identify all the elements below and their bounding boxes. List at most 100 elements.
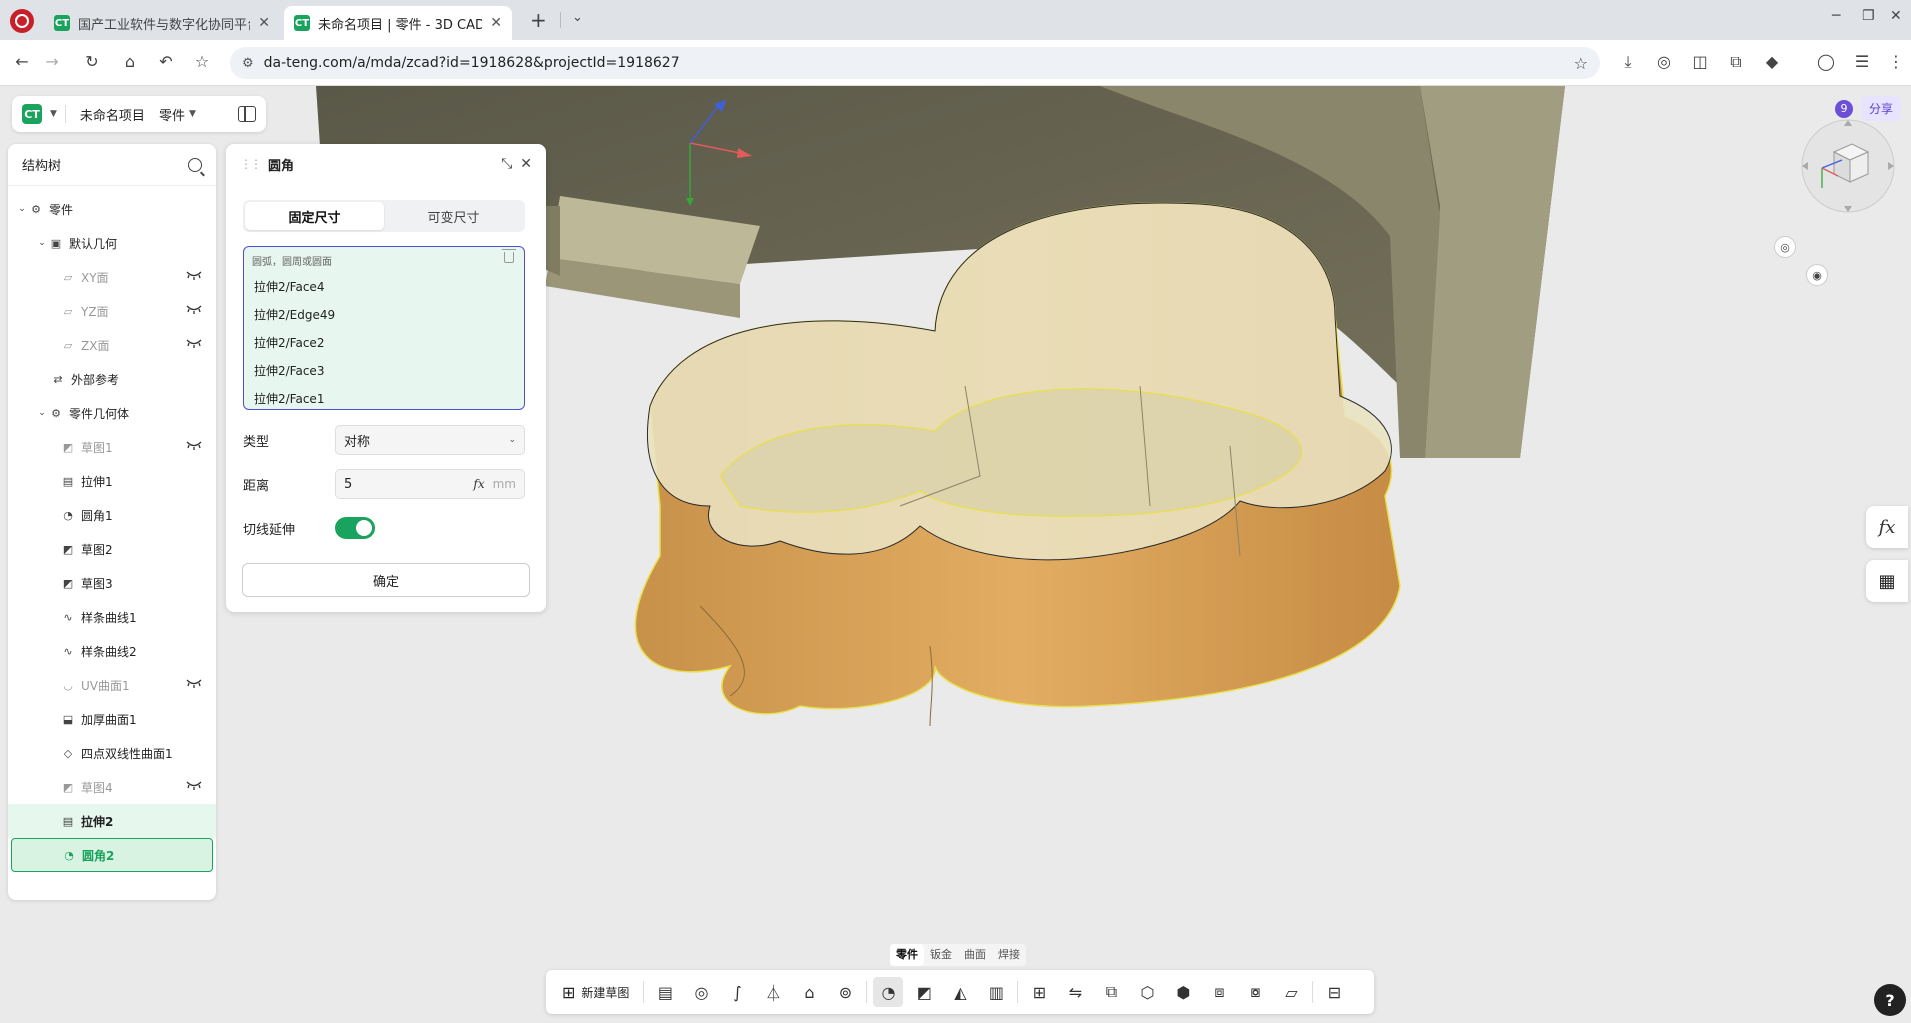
extrude-icon[interactable]: ▤	[650, 977, 680, 1007]
chevron-down-icon[interactable]: ⌄	[36, 238, 48, 248]
camera-icon[interactable]: ◫	[1689, 52, 1711, 71]
tree-item-bilinear-surface1[interactable]: ◇ 四点双线性曲面1	[8, 736, 216, 770]
sweep-icon[interactable]: ∫	[722, 977, 752, 1007]
type-select[interactable]: 对称 ⌄	[335, 425, 525, 455]
star-icon[interactable]: ☆	[1574, 54, 1588, 73]
tab-variable-size[interactable]: 可变尺寸	[384, 202, 523, 230]
tab-fixed-size[interactable]: 固定尺寸	[245, 202, 384, 230]
trash-icon[interactable]	[502, 249, 516, 263]
globe-icon[interactable]: ◎	[1653, 52, 1675, 71]
collapse-icon[interactable]: ⤡	[501, 156, 512, 172]
selection-list-box[interactable]: 圆弧，圆周或圆面 拉伸2/Face4 拉伸2/Edge49 拉伸2/Face2 …	[243, 246, 525, 410]
formula-button[interactable]: fx	[1866, 506, 1908, 548]
share-screen-icon[interactable]: ⧉	[1725, 52, 1747, 72]
combine-icon[interactable]: ⧈	[1204, 977, 1234, 1007]
app-logo-icon[interactable]: CT	[22, 104, 42, 124]
close-icon[interactable]: ✕	[490, 15, 502, 31]
chevron-down-icon[interactable]: ▼	[50, 109, 57, 119]
tree-item-part[interactable]: ⌄ ⚙ 零件	[8, 192, 216, 226]
tree-item-part-body[interactable]: ⌄ ⚙ 零件几何体	[8, 396, 216, 430]
tree-item-default-geometry[interactable]: ⌄ ▣ 默认几何	[8, 226, 216, 260]
shell-icon[interactable]: ▥	[981, 977, 1011, 1007]
drag-handle-icon[interactable]: ⋮⋮	[240, 157, 262, 171]
tree-item-external-reference[interactable]: ⇄ 外部参考	[8, 362, 216, 396]
tangent-toggle[interactable]	[335, 517, 375, 539]
ok-button[interactable]: 确定	[242, 563, 530, 597]
download-icon[interactable]: ⤓	[1617, 52, 1639, 72]
fillet-icon[interactable]: ◔	[873, 977, 904, 1007]
eye-closed-icon[interactable]	[186, 304, 202, 314]
browser-logo-icon[interactable]	[10, 9, 34, 33]
tree-item-extrude2[interactable]: ▤ 拉伸2	[8, 804, 216, 838]
list-item[interactable]: 拉伸2/Face4	[254, 273, 335, 301]
pattern-icon[interactable]: ⊞	[1024, 977, 1054, 1007]
reload-icon[interactable]: ↻	[82, 52, 102, 71]
browser-tab-cad[interactable]: CT 未命名项目 | 零件 - 3D CAD ✕	[284, 6, 512, 40]
new-tab-icon[interactable]: +	[530, 8, 547, 32]
tree-item-sketch2[interactable]: ◩ 草图2	[8, 532, 216, 566]
tree-item-sketch3[interactable]: ◩ 草图3	[8, 566, 216, 600]
undo-icon[interactable]: ↶	[156, 52, 176, 71]
render-mode-icon[interactable]: ◉	[1806, 264, 1828, 286]
new-sketch-button[interactable]: ⊞ 新建草图	[554, 983, 637, 1002]
window-close-icon[interactable]: ✕	[1890, 8, 1902, 24]
boolean-icon[interactable]: ⬡	[1132, 977, 1162, 1007]
properties-panel-button[interactable]: ▦	[1866, 560, 1908, 602]
tab-search-chevron-icon[interactable]: ⌄	[572, 10, 583, 25]
restore-icon[interactable]: ❐	[1862, 8, 1875, 24]
distance-value[interactable]: 5	[344, 477, 465, 492]
move-body-icon[interactable]: ⧉	[1096, 977, 1126, 1007]
tab-surface[interactable]: 曲面	[958, 944, 992, 966]
url-text[interactable]: da-teng.com/a/mda/zcad?id=1918628&projec…	[264, 55, 1564, 71]
online-users-badge[interactable]: 9	[1834, 99, 1853, 118]
minimize-icon[interactable]: ─	[1832, 8, 1840, 24]
view-cube[interactable]	[1790, 116, 1906, 216]
tree-item-spline2[interactable]: ∿ 样条曲线2	[8, 634, 216, 668]
delete-body-icon[interactable]: ⧇	[1240, 977, 1270, 1007]
revolve-icon[interactable]: ◎	[686, 977, 716, 1007]
tree-item-sketch1[interactable]: ◩ 草图1	[8, 430, 216, 464]
eye-closed-icon[interactable]	[186, 440, 202, 450]
tree-item-fillet1[interactable]: ◔ 圆角1	[8, 498, 216, 532]
formula-icon[interactable]: fx	[473, 477, 484, 491]
list-item[interactable]: 拉伸2/Edge49	[254, 301, 335, 329]
reference-plane-icon[interactable]: ▱	[1276, 977, 1306, 1007]
chamfer-icon[interactable]: ◩	[909, 977, 939, 1007]
tree-item-extrude1[interactable]: ▤ 拉伸1	[8, 464, 216, 498]
tab-weld[interactable]: 焊接	[992, 944, 1026, 966]
tab-part[interactable]: 零件	[890, 944, 924, 966]
project-name[interactable]: 未命名项目	[74, 105, 151, 124]
tree-item-sketch4[interactable]: ◩ 草图4	[8, 770, 216, 804]
close-icon[interactable]: ✕	[258, 15, 270, 31]
forward-icon[interactable]: →	[42, 52, 62, 71]
tree-item-spline1[interactable]: ∿ 样条曲线1	[8, 600, 216, 634]
eye-closed-icon[interactable]	[186, 678, 202, 688]
distance-input[interactable]: 5 fx mm	[335, 469, 525, 499]
browser-tab-platform[interactable]: CT 国产工业软件与数字化协同平台 ✕	[44, 6, 280, 40]
tree-item-xy-plane[interactable]: ▱ XY面	[8, 260, 216, 294]
bookmark-icon[interactable]: ☆	[192, 52, 212, 71]
chevron-down-icon[interactable]: ⌄	[16, 204, 28, 214]
close-icon[interactable]: ✕	[520, 156, 532, 172]
eye-closed-icon[interactable]	[186, 270, 202, 280]
home-icon[interactable]: ⌂	[120, 52, 140, 71]
fit-view-icon[interactable]: ◎	[1774, 236, 1796, 258]
hole-icon[interactable]: ⊚	[830, 977, 860, 1007]
settings-icon[interactable]: ☰	[1851, 52, 1873, 71]
list-item[interactable]: 拉伸2/Face3	[254, 357, 335, 385]
site-info-icon[interactable]: ⚙	[242, 56, 254, 71]
list-item[interactable]: 拉伸2/Face1	[254, 385, 335, 413]
split-icon[interactable]: ⬢	[1168, 977, 1198, 1007]
tab-sheet-metal[interactable]: 钣金	[924, 944, 958, 966]
loft-icon[interactable]: ⏃	[758, 977, 788, 1007]
search-icon[interactable]	[188, 157, 202, 172]
help-button[interactable]: ?	[1874, 984, 1906, 1016]
address-bar[interactable]: ⚙ da-teng.com/a/mda/zcad?id=1918628&proj…	[230, 47, 1600, 79]
ai-icon[interactable]: ◆	[1761, 52, 1783, 71]
profile-icon[interactable]: ◯	[1815, 52, 1837, 71]
tree-item-thicken1[interactable]: ⬓ 加厚曲面1	[8, 702, 216, 736]
tree-item-fillet2[interactable]: ◔ 圆角2	[11, 838, 213, 872]
measure-icon[interactable]: ⊟	[1319, 977, 1349, 1007]
eye-closed-icon[interactable]	[186, 338, 202, 348]
draft-icon[interactable]: ◭	[945, 977, 975, 1007]
